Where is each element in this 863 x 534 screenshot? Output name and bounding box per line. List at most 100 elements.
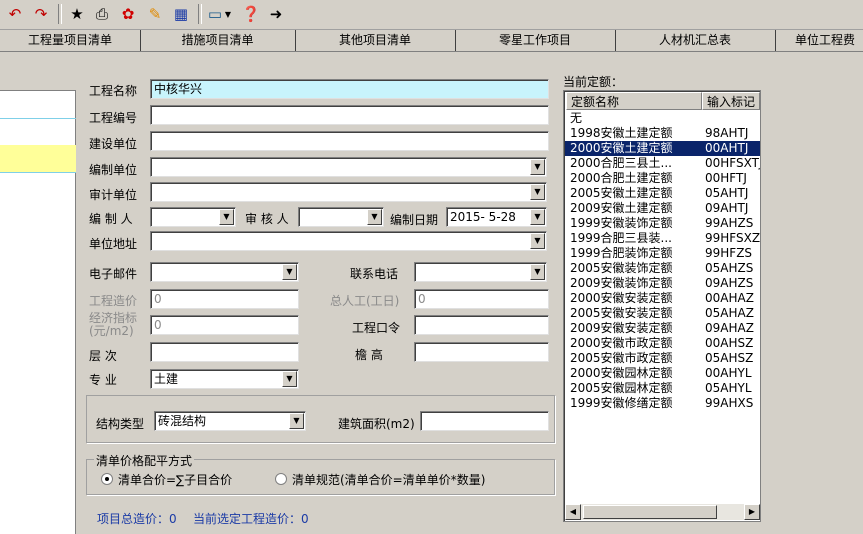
auditor-select[interactable]: ▼ <box>298 207 384 227</box>
project-name-label: 工程名称 <box>89 84 138 98</box>
project-cost-field: 0 <box>150 289 299 309</box>
pricing-option1-radio[interactable] <box>101 473 113 485</box>
audit-unit-select[interactable]: ▼ <box>150 182 547 202</box>
list-item[interactable] <box>0 118 76 146</box>
compile-date-picker[interactable]: 2015- 5-28 ▼ <box>446 207 547 227</box>
forward-icon[interactable]: ➜ <box>265 3 287 25</box>
current-project-cost: 当前选定工程造价：0 <box>193 512 309 526</box>
address-select[interactable]: ▼ <box>150 231 547 251</box>
tab-sporadic-work[interactable]: 零星工作项目 <box>455 30 616 51</box>
specialty-select[interactable]: 土建 ▼ <box>150 369 299 389</box>
quota-code: 98AHTJ <box>705 126 749 140</box>
quota-name: 2005安徽市政定额 <box>570 351 673 365</box>
project-name-input[interactable]: 中核华兴 <box>150 79 549 99</box>
building-area-input[interactable] <box>420 411 549 431</box>
help-icon[interactable]: ❓ <box>240 3 262 25</box>
compile-date-value: 2015- 5-28 <box>450 210 516 224</box>
list-item[interactable]: 2009安徽土建定额 09AHTJ <box>565 201 760 216</box>
list-item[interactable]: 2005安徽安装定额 05AHAZ <box>565 306 760 321</box>
list-item[interactable]: 2005安徽市政定额 05AHSZ <box>565 351 760 366</box>
compile-unit-select[interactable]: ▼ <box>150 157 547 177</box>
star-icon[interactable]: ★ <box>66 3 88 25</box>
phone-label: 联系电话 <box>350 267 399 281</box>
list-item[interactable]: 1999合肥三县装... 99HFSXZS <box>565 231 760 246</box>
quota-list[interactable]: 定额名称 输入标记 无 1998安徽土建定额 98AHTJ 2000安徽土建定额 00A… <box>563 90 761 522</box>
scroll-thumb[interactable] <box>583 505 717 519</box>
list-item[interactable]: 2000安徽安装定额 00AHAZ <box>565 291 760 306</box>
scroll-left-icon[interactable]: ◀ <box>565 504 581 520</box>
structure-type-select[interactable]: 砖混结构 ▼ <box>154 411 306 431</box>
list-item[interactable]: 2009安徽装饰定额 09AHZS <box>565 276 760 291</box>
list-item[interactable]: 2000安徽园林定额 00AHYL <box>565 366 760 381</box>
list-item-selected[interactable] <box>0 145 76 173</box>
compiler-select[interactable]: ▼ <box>150 207 236 227</box>
pricing-option1-label[interactable]: 清单合价=∑子目合价 <box>118 471 232 488</box>
project-code-input[interactable] <box>150 105 549 125</box>
list-item[interactable]: 1999安徽修缮定额 99AHXS <box>565 396 760 411</box>
quota-name: 2000安徽安装定额 <box>570 291 673 305</box>
list-item[interactable]: 2000安徽市政定额 00AHSZ <box>565 336 760 351</box>
econ-index-label-line2: (元/m2) <box>89 324 134 338</box>
chevron-down-icon[interactable]: ▼ <box>222 3 234 25</box>
project-tree-panel[interactable] <box>0 63 76 534</box>
pricing-option2-label[interactable]: 清单规范(清单合价=清单单价*数量) <box>292 471 485 488</box>
tab-unit-cost[interactable]: 单位工程费 <box>775 30 863 51</box>
tab-material-summary[interactable]: 人材机汇总表 <box>615 30 776 51</box>
print-icon[interactable]: ⎙ <box>91 3 113 25</box>
quota-code: 05AHTJ <box>705 186 749 200</box>
column-header-code[interactable]: 输入标记 <box>702 92 760 110</box>
quota-code: 09AHAZ <box>705 321 754 335</box>
list-item[interactable]: 2005安徽装饰定额 05AHZS <box>565 261 760 276</box>
quota-name: 1999安徽修缮定额 <box>570 396 673 410</box>
tools-icon[interactable]: ✎ <box>144 3 166 25</box>
quota-name: 1999安徽装饰定额 <box>570 216 673 230</box>
email-select[interactable]: ▼ <box>150 262 299 282</box>
project-password-label: 工程口令 <box>352 321 401 335</box>
chevron-down-icon[interactable]: ▼ <box>282 371 297 387</box>
chevron-down-icon[interactable]: ▼ <box>282 264 297 280</box>
chevron-down-icon[interactable]: ▼ <box>530 159 545 175</box>
list-item[interactable]: 1998安徽土建定额 98AHTJ <box>565 126 760 141</box>
eave-height-input[interactable] <box>414 342 549 362</box>
horizontal-scrollbar[interactable]: ◀ ▶ <box>565 504 760 520</box>
chevron-down-icon[interactable]: ▼ <box>530 264 545 280</box>
list-item[interactable]: 2009安徽安装定额 09AHAZ <box>565 321 760 336</box>
redo-icon[interactable]: ↷ <box>30 3 52 25</box>
chevron-down-icon[interactable]: ▼ <box>530 209 545 225</box>
list-item[interactable]: 2000合肥三县土... 00HFSXTJ <box>565 156 760 171</box>
tab-measures[interactable]: 措施项目清单 <box>140 30 296 51</box>
auditor-label: 审 核 人 <box>245 212 289 226</box>
list-item[interactable] <box>0 90 76 119</box>
chevron-down-icon[interactable]: ▼ <box>219 209 234 225</box>
pricing-option2-radio[interactable] <box>275 473 287 485</box>
chevron-down-icon[interactable]: ▼ <box>530 184 545 200</box>
undo-icon[interactable]: ↶ <box>4 3 26 25</box>
list-item[interactable]: 1999合肥装饰定额 99HFZS <box>565 246 760 261</box>
list-item[interactable]: 2000合肥土建定额 00HFTJ <box>565 171 760 186</box>
column-header-name[interactable]: 定额名称 <box>566 92 702 110</box>
quota-name: 2005安徽装饰定额 <box>570 261 673 275</box>
list-item[interactable]: 1999安徽装饰定额 99AHZS <box>565 216 760 231</box>
list-item[interactable]: 2005安徽土建定额 05AHTJ <box>565 186 760 201</box>
chevron-down-icon[interactable]: ▼ <box>289 413 304 429</box>
quota-code: 00HFSXTJ <box>705 156 761 170</box>
tab-other-items[interactable]: 其他项目清单 <box>295 30 456 51</box>
construction-unit-label: 建设单位 <box>89 137 138 151</box>
tab-bill-items[interactable]: 工程量项目清单 <box>0 30 141 51</box>
chevron-down-icon[interactable]: ▼ <box>530 233 545 249</box>
compiler-label: 编 制 人 <box>89 212 133 226</box>
construction-unit-input[interactable] <box>150 131 549 151</box>
toolbar-separator <box>58 4 62 24</box>
project-password-input[interactable] <box>414 315 549 335</box>
chevron-down-icon[interactable]: ▼ <box>367 209 382 225</box>
quota-code: 05AHAZ <box>705 306 754 320</box>
list-item[interactable]: 2005安徽园林定额 05AHYL <box>565 381 760 396</box>
quota-name: 2005安徽土建定额 <box>570 186 673 200</box>
refresh-icon[interactable]: ✿ <box>117 3 139 25</box>
list-item[interactable]: 2000安徽土建定额 00AHTJ <box>565 141 760 156</box>
list-item[interactable]: 无 <box>565 111 760 126</box>
calculator-icon[interactable]: ▦ <box>170 3 192 25</box>
floors-input[interactable] <box>150 342 299 362</box>
phone-select[interactable]: ▼ <box>414 262 547 282</box>
scroll-right-icon[interactable]: ▶ <box>744 504 760 520</box>
